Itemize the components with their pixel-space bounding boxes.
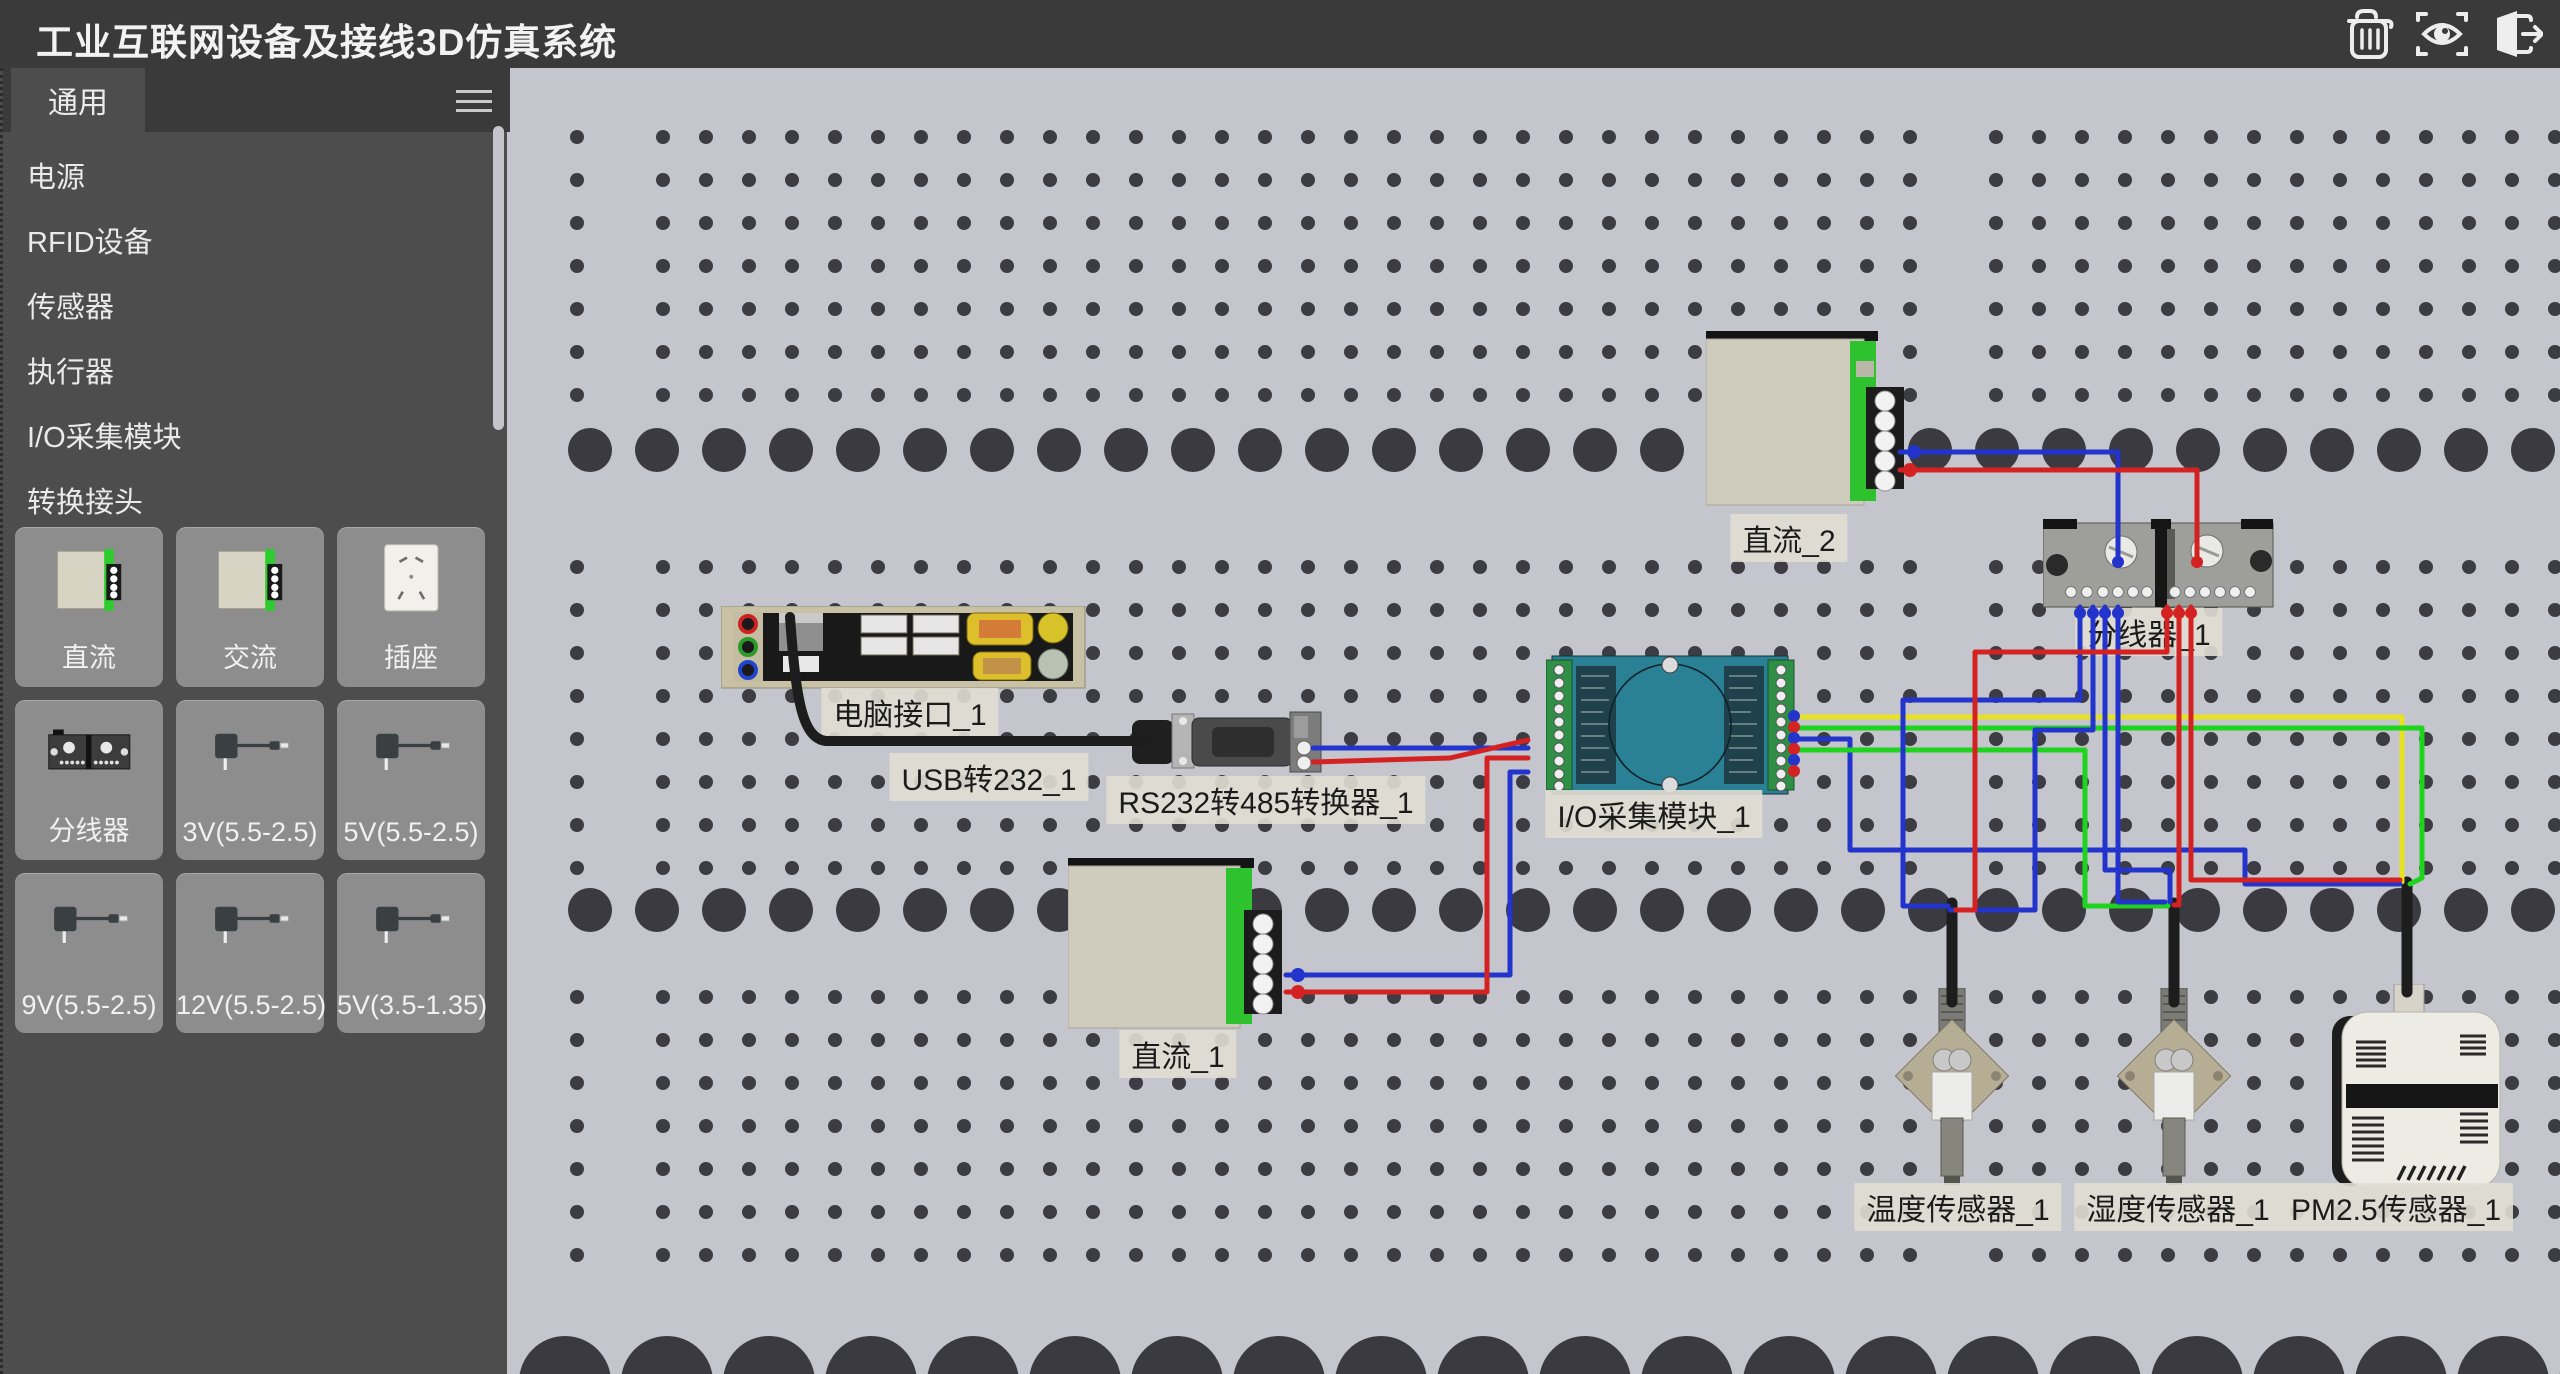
menu-toggle-icon[interactable] [456, 90, 492, 112]
device-splitter[interactable] [2043, 519, 2277, 611]
device-card-label: 3V(5.5-2.5) [176, 817, 324, 848]
device-dc-power-2[interactable] [1706, 331, 1908, 511]
device-card-5v[interactable]: 5V(5.5-2.5) [337, 700, 485, 860]
sidebar-menu: 电源RFID设备传感器执行器I/O采集模块转换接头 [3, 146, 483, 536]
device-humidity-sensor[interactable] [2114, 988, 2234, 1190]
titlebar: 工业互联网设备及接线3D仿真系统 [0, 0, 2560, 68]
device-temp-sensor[interactable] [1892, 988, 2012, 1190]
sidebar-item-power[interactable]: 电源 [3, 146, 483, 211]
sidebar: 通用 电源RFID设备传感器执行器I/O采集模块转换接头 直流交流插座分线器 3V… [0, 68, 507, 1374]
app-title: 工业互联网设备及接线3D仿真系统 [36, 12, 617, 66]
device-card-label: 直流 [15, 636, 163, 675]
device-card-label: 分线器 [15, 809, 163, 848]
device-io-module[interactable] [1546, 654, 1796, 798]
scene-viewport[interactable] [507, 68, 2560, 1374]
device-card-9v[interactable]: 9V(5.5-2.5) [15, 873, 163, 1033]
device-dc-power-1[interactable] [1068, 858, 1290, 1034]
device-pm25-sensor[interactable] [2332, 984, 2510, 1190]
device-card-label: 12V(5.5-2.5) [176, 990, 324, 1021]
eye-focus-icon[interactable] [2410, 5, 2474, 63]
device-pc-interface[interactable] [721, 606, 1089, 692]
device-usb-rs232-converter[interactable] [1128, 700, 1323, 784]
device-card-12v[interactable]: 12V(5.5-2.5) [176, 873, 324, 1033]
device-card-label: 交流 [176, 636, 324, 675]
sidebar-item-io-module[interactable]: I/O采集模块 [3, 406, 483, 471]
sidebar-scrollbar[interactable] [493, 126, 504, 430]
device-card-label: 插座 [337, 636, 485, 675]
device-card-5v135[interactable]: 5V(3.5-1.35) [337, 873, 485, 1033]
device-card-label: 9V(5.5-2.5) [15, 990, 163, 1021]
titlebar-actions [2338, 5, 2546, 63]
device-card-grid: 直流交流插座分线器 3V(5.5-2.5) 5V(5.5-2.5) 9V(5.5-2.… [15, 527, 493, 1033]
sidebar-item-actuator[interactable]: 执行器 [3, 341, 483, 406]
sidebar-item-sensor[interactable]: 传感器 [3, 276, 483, 341]
device-card-label: 5V(5.5-2.5) [337, 817, 485, 848]
tab-general[interactable]: 通用 [11, 68, 145, 132]
trash-icon[interactable] [2338, 5, 2402, 63]
device-card-splitter[interactable]: 分线器 [15, 700, 163, 860]
device-card-ac[interactable]: 交流 [176, 527, 324, 687]
device-card-dc[interactable]: 直流 [15, 527, 163, 687]
device-card-label: 5V(3.5-1.35) [337, 990, 485, 1021]
sidebar-tabrow: 通用 [3, 68, 510, 132]
exit-icon[interactable] [2482, 5, 2546, 63]
device-card-socket[interactable]: 插座 [337, 527, 485, 687]
sidebar-item-rfid[interactable]: RFID设备 [3, 211, 483, 276]
device-card-3v[interactable]: 3V(5.5-2.5) [176, 700, 324, 860]
